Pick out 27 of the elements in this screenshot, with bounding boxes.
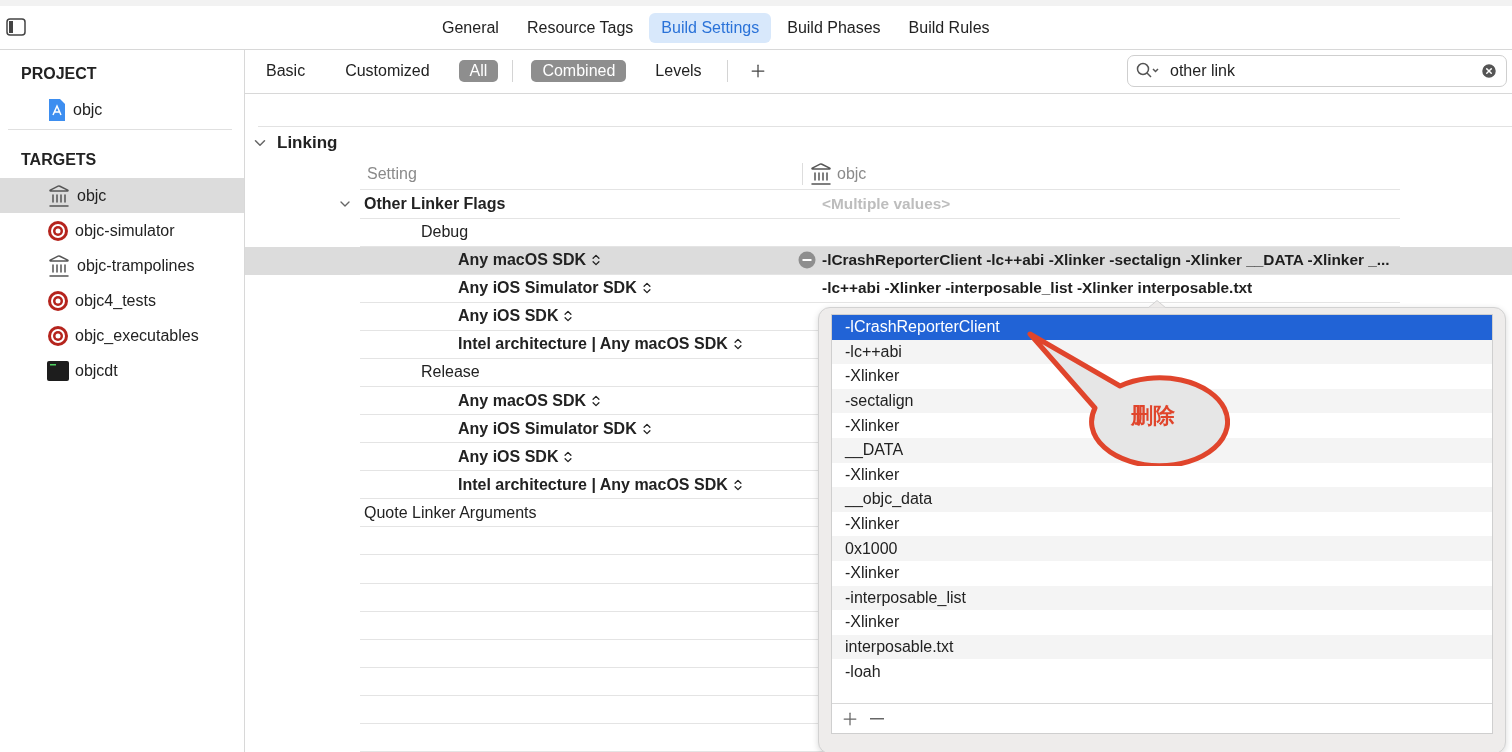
setting-name: Debug	[421, 223, 469, 242]
sidebar-section-title: PROJECT	[20, 64, 98, 84]
sidebar-item-label: objc	[77, 186, 107, 205]
sidebar-item-label: objcdt	[75, 361, 118, 380]
setting-value: -lc++abi -Xlinker -interposable_list -Xlinker interposable.txt	[822, 279, 1253, 297]
setting-name: Intel architecture | Any macOS SDK	[458, 335, 728, 354]
sidebar-item-label: objc	[73, 100, 103, 119]
sidebar-item-label: objc-simulator	[75, 221, 175, 240]
setting-name: Any iOS Simulator SDK	[458, 279, 637, 298]
setting-name: Other Linker Flags	[364, 195, 506, 213]
column-header: objc	[837, 165, 867, 183]
setting-value: -lCrashReporterClient -lc++abi -Xlinker -sectalign -Xlinker __DATA -Xlinker _...	[822, 251, 1390, 269]
setting-name: Intel architecture | Any macOS SDK	[458, 475, 728, 494]
column-header: Setting	[366, 165, 417, 183]
setting-name: Quote Linker Arguments	[364, 503, 537, 522]
setting-name: Any macOS SDK	[458, 251, 587, 270]
sidebar-item-label: objc_executables	[75, 326, 199, 345]
setting-name: Any iOS SDK	[458, 307, 559, 326]
setting-name: Any iOS SDK	[458, 447, 559, 466]
sidebar-item-label: objc-trampolines	[77, 256, 195, 275]
setting-value: <Multiple values>	[822, 195, 951, 213]
setting-name: Any macOS SDK	[458, 391, 587, 410]
section-title: Linking	[277, 132, 338, 153]
sidebar-item-label: objc4_tests	[75, 291, 156, 310]
sidebar-section-title: TARGETS	[20, 150, 98, 170]
setting-name: Any iOS Simulator SDK	[458, 419, 637, 438]
setting-name: Release	[421, 363, 480, 382]
